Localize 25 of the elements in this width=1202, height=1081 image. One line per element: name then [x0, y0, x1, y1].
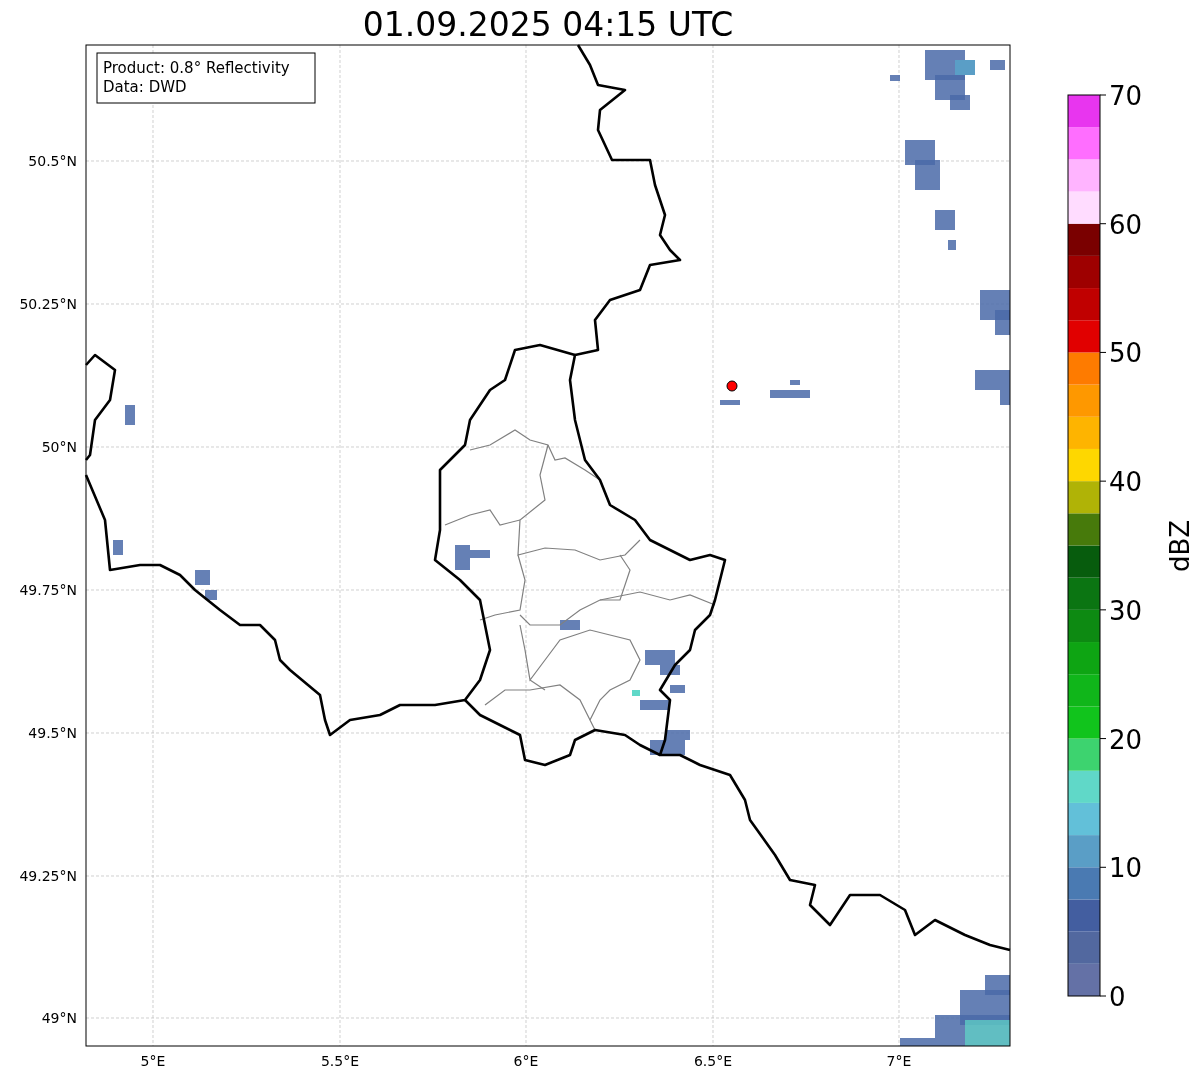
info-text: Product: 0.8° Reflectivity: [103, 59, 290, 77]
chart-title: 01.09.2025 04:15 UTC: [362, 5, 734, 44]
latitude-label: 49.75°N: [19, 582, 77, 598]
site-marker-icon: [726, 380, 738, 392]
scale-tick-label: 0: [1109, 982, 1126, 1012]
longitude-label: 5.5°E: [320, 1053, 360, 1069]
latitude-label: 49.5°N: [28, 725, 77, 741]
longitude-label: 6.5°E: [693, 1053, 733, 1069]
latitude-label: 50.25°N: [19, 296, 77, 312]
latitude-label: 49°N: [41, 1010, 77, 1026]
scale-tick-label: 40: [1109, 467, 1143, 498]
scale-tick-label: 10: [1109, 853, 1143, 884]
scale-tick-label: 50: [1109, 338, 1143, 369]
info-text: Data: DWD: [103, 78, 187, 96]
latitude-label: 50°N: [41, 439, 77, 455]
longitude-label: 7°E: [886, 1053, 912, 1069]
longitude-label: 6°E: [513, 1053, 539, 1069]
longitude-label: 5°E: [140, 1053, 166, 1069]
scale-tick-label: 60: [1109, 209, 1143, 240]
scale-tick-label: 20: [1109, 724, 1143, 755]
latitude-label: 49.25°N: [19, 868, 77, 884]
colorbar-title: dBZ: [1165, 519, 1195, 573]
scale-tick-label: 30: [1109, 595, 1143, 626]
latitude-label: 50.5°N: [28, 153, 77, 169]
scale-tick-label: 70: [1109, 81, 1143, 111]
